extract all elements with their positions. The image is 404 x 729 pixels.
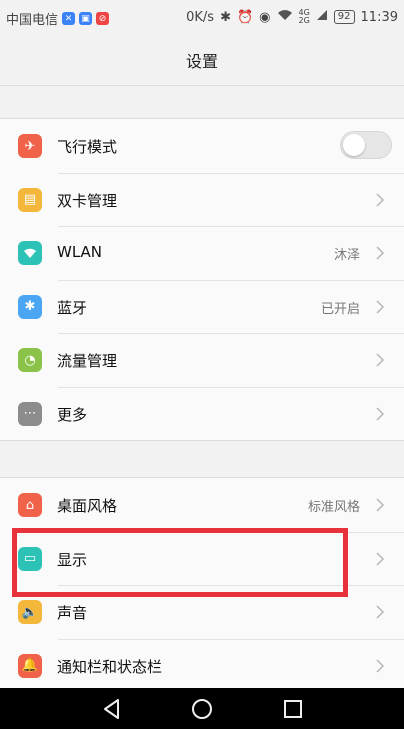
toggle-knob: [343, 134, 365, 156]
chevron-right-icon: [376, 498, 385, 512]
network-type: 4G 2G: [298, 8, 310, 25]
data-usage-icon: ◔: [18, 348, 42, 372]
setting-label: 流量管理: [57, 352, 118, 370]
bluetooth-status-icon: ✱: [220, 9, 231, 25]
airplane-icon: ✈: [18, 134, 42, 158]
battery-level: 92: [337, 11, 351, 22]
chevron-right-icon: [376, 246, 385, 260]
home-style-icon: ⌂: [18, 493, 42, 517]
app-notification-icon: ⊘: [96, 12, 110, 25]
notification-icon: 🔔: [18, 653, 42, 678]
chevron-right-icon: [376, 299, 385, 314]
more-icon: ⋯: [18, 401, 42, 426]
settings-group-connectivity: ✈ 飞行模式 ▤ 双卡管理 WLAN 沐泽 ✱ 蓝牙 已开启 ◔ 流量管理 ⋯ …: [0, 118, 404, 441]
setting-label: 声音: [57, 604, 88, 622]
image-notification-icon: ▣: [79, 12, 93, 25]
carrier-label: 中国电信: [6, 13, 59, 28]
alarm-icon: ⏰: [236, 9, 254, 25]
chevron-right-icon: [376, 353, 385, 367]
battery-icon: 92: [333, 10, 355, 24]
setting-bluetooth[interactable]: ✱ 蓝牙 已开启: [0, 279, 404, 334]
signal-icon: [316, 9, 328, 25]
setting-wlan[interactable]: WLAN 沐泽: [0, 226, 404, 280]
setting-label: 更多: [57, 405, 88, 424]
home-icon[interactable]: [190, 697, 214, 721]
app-notification-icon: ✕: [62, 12, 76, 25]
setting-value: 沐泽: [333, 248, 360, 263]
header: 设置: [0, 34, 404, 86]
sim-card-icon: ▤: [18, 187, 42, 212]
status-bar: 中国电信 ✕ ▣ ⊘ 0K/s ✱ ⏰ ◉ 4G 2G 92 11:39: [0, 0, 404, 34]
setting-label: WLAN: [57, 243, 103, 261]
chevron-right-icon: [376, 406, 385, 421]
chevron-right-icon: [376, 605, 385, 619]
setting-value: 已开启: [320, 301, 360, 317]
airplane-mode-toggle[interactable]: [340, 131, 392, 159]
page-title: 设置: [185, 52, 218, 71]
chevron-right-icon: [376, 658, 385, 673]
wifi-icon: [18, 241, 42, 265]
setting-label: 飞行模式: [57, 138, 118, 156]
bluetooth-icon: ✱: [18, 294, 42, 319]
setting-label: 双卡管理: [57, 191, 118, 210]
wifi-status-icon: [277, 9, 293, 25]
setting-label: 蓝牙: [57, 298, 88, 317]
setting-dual-sim[interactable]: ▤ 双卡管理: [0, 172, 404, 227]
setting-value: 标准风格: [307, 500, 360, 515]
eye-comfort-icon: ◉: [259, 9, 271, 25]
setting-label: 桌面风格: [57, 497, 118, 515]
clock: 11:39: [360, 9, 398, 25]
highlight-box: [12, 528, 348, 597]
navigation-bar: [0, 688, 404, 729]
setting-more[interactable]: ⋯ 更多: [0, 386, 404, 441]
sound-icon: 🔈: [18, 600, 42, 624]
net-speed: 0K/s: [186, 9, 215, 25]
back-icon[interactable]: [100, 697, 124, 721]
setting-data-usage[interactable]: ◔ 流量管理: [0, 333, 404, 387]
setting-notification-bar[interactable]: 🔔 通知栏和状态栏: [0, 638, 404, 690]
setting-airplane-mode[interactable]: ✈ 飞行模式: [0, 119, 404, 173]
setting-home-style[interactable]: ⌂ 桌面风格 标准风格: [0, 478, 404, 532]
recent-apps-icon[interactable]: [281, 697, 305, 721]
setting-label: 通知栏和状态栏: [57, 657, 163, 676]
chevron-right-icon: [376, 192, 385, 207]
chevron-right-icon: [376, 551, 385, 566]
